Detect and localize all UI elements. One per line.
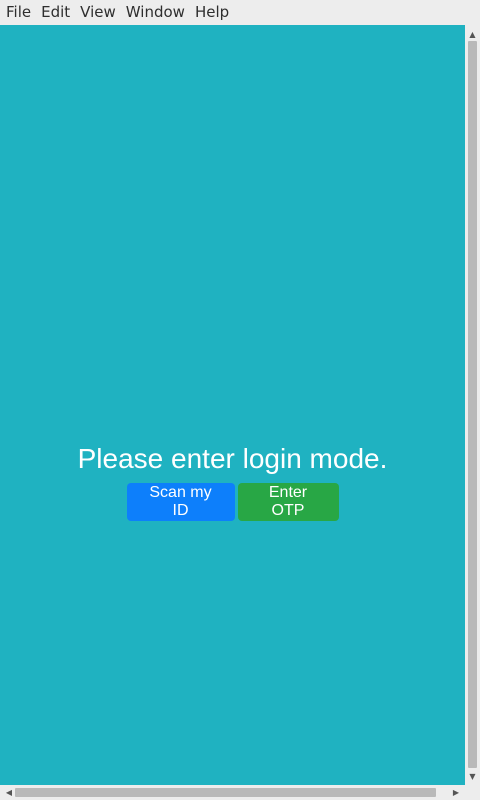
vertical-scroll-thumb[interactable]: [468, 41, 477, 768]
horizontal-scrollbar[interactable]: ◀ ▶: [0, 785, 465, 800]
menu-view[interactable]: View: [76, 0, 122, 25]
menu-bar: File Edit View Window Help: [0, 0, 480, 25]
menu-file[interactable]: File: [2, 0, 37, 25]
login-mode-panel: Please enter login mode. Scan my ID Ente…: [0, 442, 465, 521]
vertical-scrollbar[interactable]: ▲ ▼: [465, 25, 480, 785]
menu-edit[interactable]: Edit: [37, 0, 76, 25]
content-area: Please enter login mode. Scan my ID Ente…: [0, 25, 465, 785]
enter-otp-button[interactable]: Enter OTP: [237, 483, 339, 521]
app-window: File Edit View Window Help Please enter …: [0, 0, 480, 800]
scroll-left-icon[interactable]: ◀: [2, 785, 16, 800]
scrollbar-corner: [465, 785, 480, 800]
scroll-up-icon[interactable]: ▲: [465, 27, 480, 41]
scroll-down-icon[interactable]: ▼: [465, 769, 480, 783]
menu-help[interactable]: Help: [191, 0, 235, 25]
login-prompt: Please enter login mode.: [77, 443, 388, 474]
menu-window[interactable]: Window: [122, 0, 191, 25]
login-button-row: Scan my ID Enter OTP: [0, 483, 465, 521]
scroll-right-icon[interactable]: ▶: [449, 785, 463, 800]
horizontal-scroll-thumb[interactable]: [15, 788, 436, 797]
scan-id-button[interactable]: Scan my ID: [126, 483, 235, 521]
